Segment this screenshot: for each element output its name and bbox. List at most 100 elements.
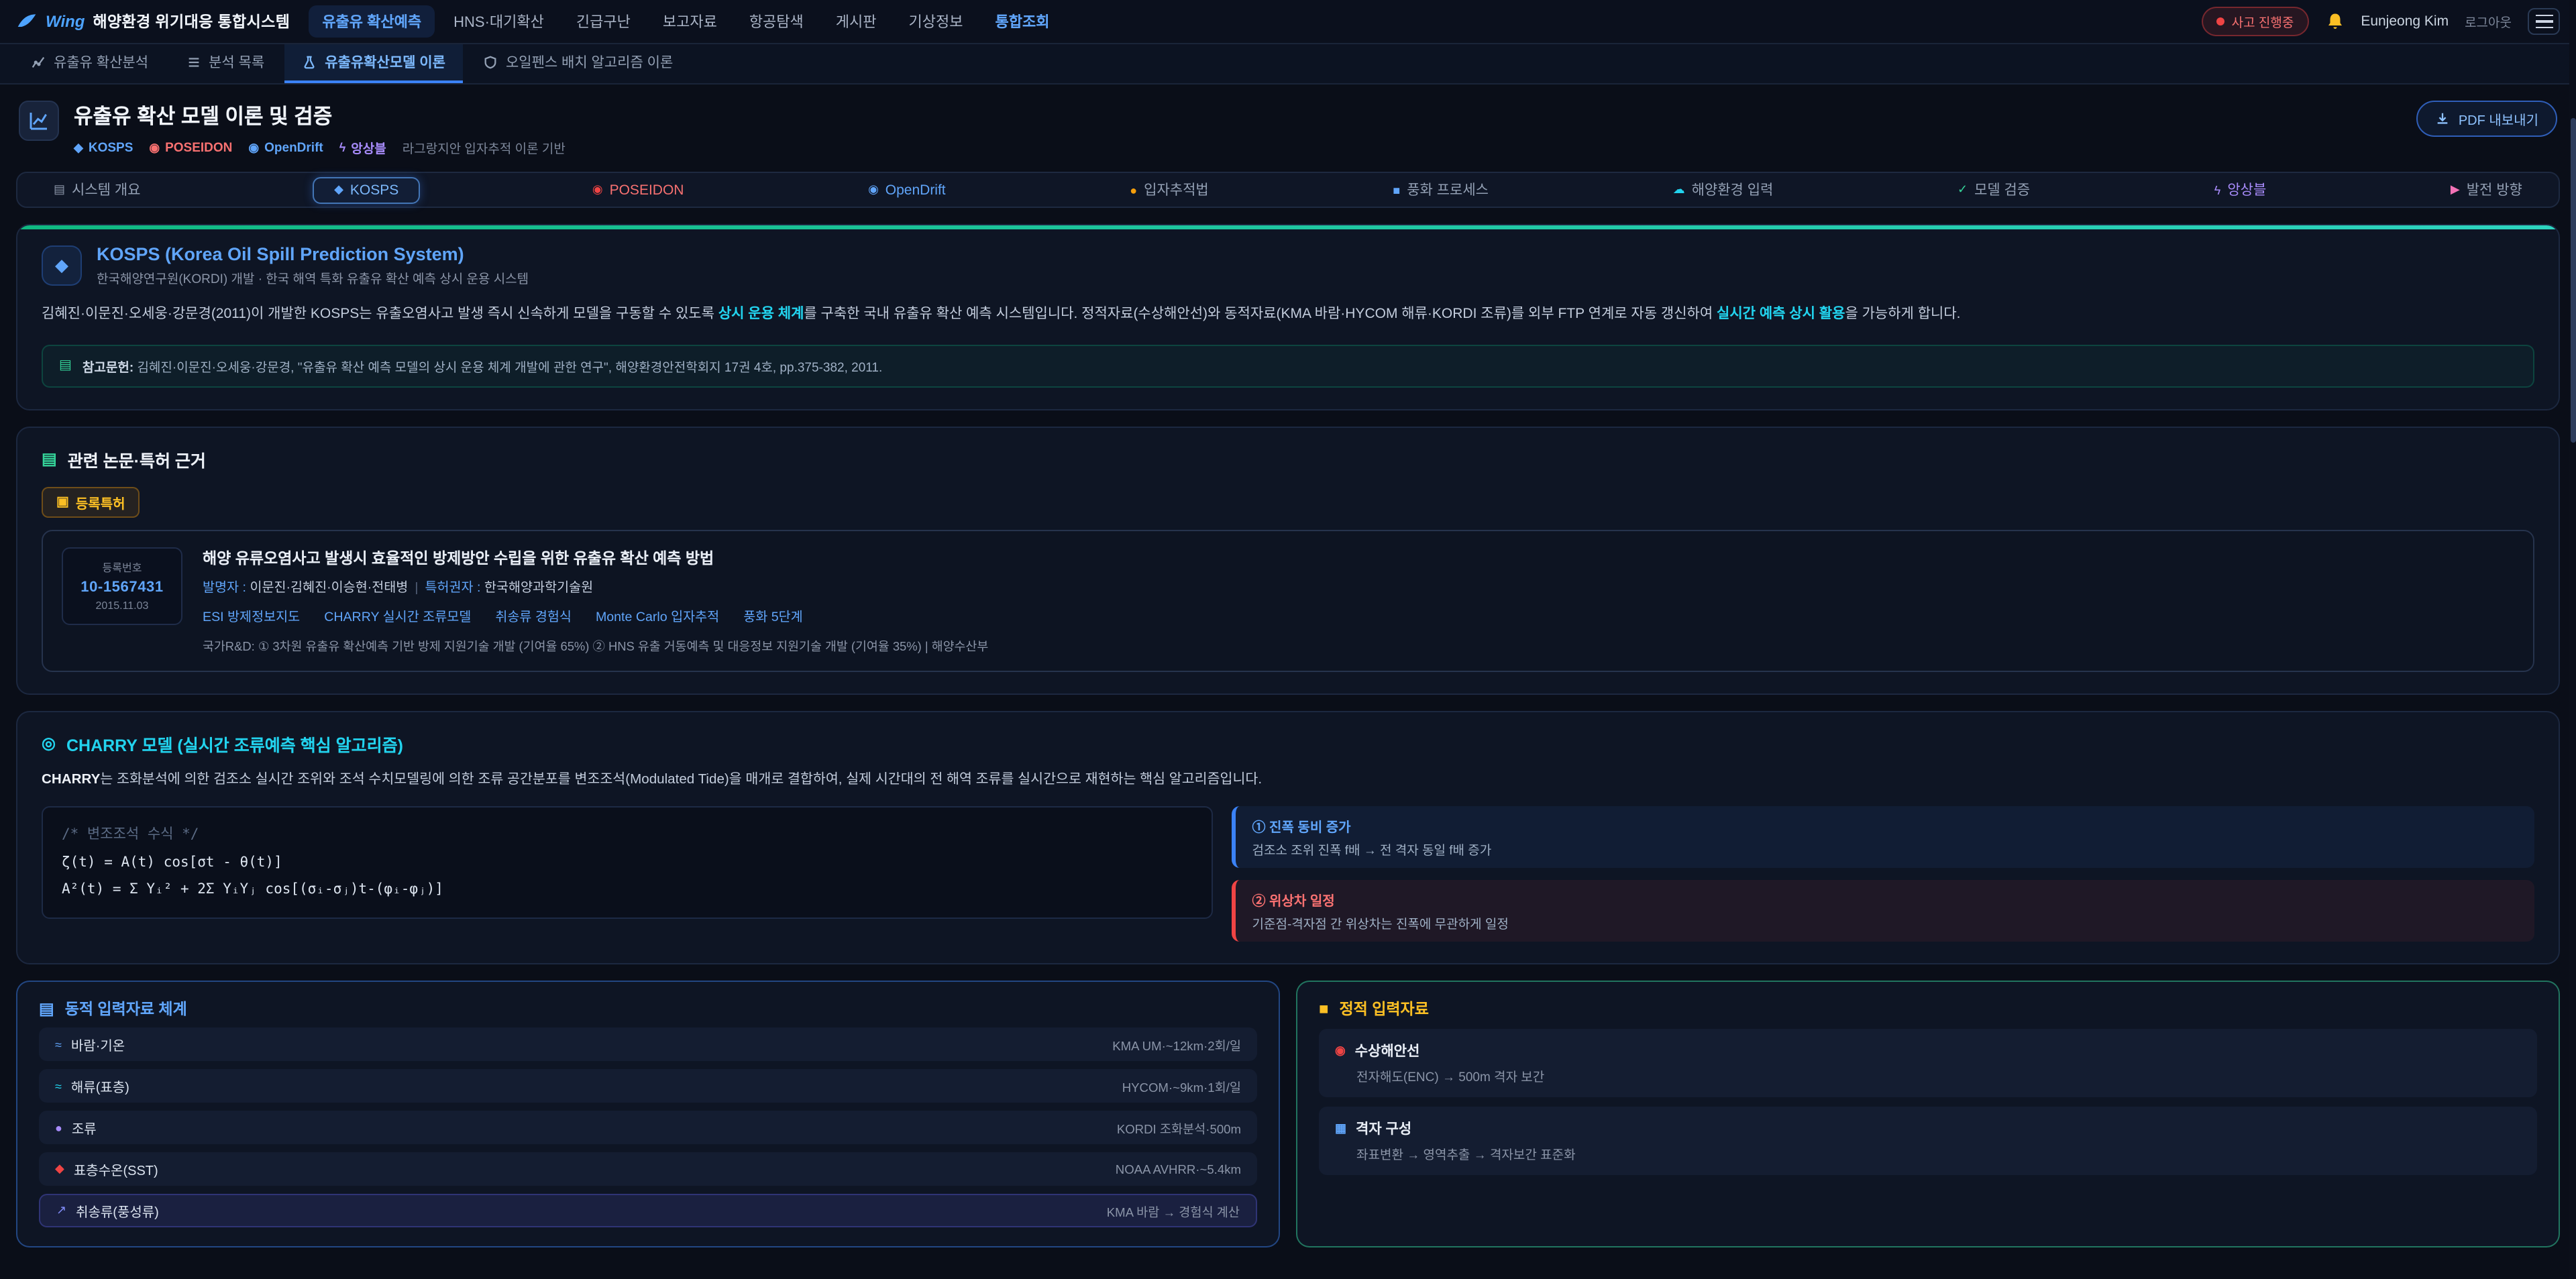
menu-item-rescue[interactable]: 긴급구난	[563, 5, 644, 38]
sectab-model-validation[interactable]: ✓모델 검증	[1945, 176, 2042, 204]
patent-tag[interactable]: CHARRY 실시간 조류모델	[324, 606, 471, 625]
grid-icon: ▦	[1335, 1122, 1346, 1137]
patent-tag[interactable]: ESI 방제정보지도	[203, 606, 300, 625]
patent-tags: ESI 방제정보지도 CHARRY 실시간 조류모델 취송류 경험식 Monte…	[203, 606, 988, 625]
logout-button[interactable]: 로그아웃	[2465, 12, 2512, 31]
tab-label: 오일펜스 배치 알고리즘 이론	[506, 52, 673, 72]
patent-tag[interactable]: 취송류 경험식	[495, 606, 572, 625]
patent-number-box: 등록번호 10-1567431 2015.11.03	[62, 547, 182, 625]
dynamic-input-title: 동적 입력자료 체계	[65, 999, 187, 1020]
patent-tag[interactable]: Monte Carlo 입자추적	[596, 606, 719, 625]
main-menu: 유출유 확산예측 HNS·대기확산 긴급구난 보고자료 항공탐색 게시판 기상정…	[309, 5, 1063, 38]
reg-number-label: 등록번호	[68, 561, 176, 575]
sectab-opendrift[interactable]: ◉OpenDrift	[856, 178, 958, 202]
menu-item-board[interactable]: 게시판	[822, 5, 890, 38]
formula-line: A²(t) = Σ Yᵢ² + 2Σ YᵢYⱼ cos[(σᵢ-σⱼ)t-(φᵢ…	[62, 877, 1193, 904]
patent-tag[interactable]: 풍화 5단계	[743, 606, 802, 625]
charry-section: ◎ CHARRY 모델 (실시간 조류예측 핵심 알고리즘) CHARRY는 조…	[16, 711, 2560, 965]
badge-poseidon: ◉POSEIDON	[149, 140, 232, 155]
registered-patent-badge: ▣ 등록특허	[42, 487, 140, 518]
pin-icon: ◉	[1335, 1044, 1346, 1059]
data-row-current: ≈해류(표층) HYCOM·~9km·1회/일	[39, 1070, 1257, 1103]
weathering-icon: ■	[1393, 183, 1400, 197]
list-icon	[186, 55, 201, 70]
dot-icon: ◉	[149, 140, 160, 155]
dynamic-input-section: ▤ 동적 입력자료 체계 ≈바람·기온 KMA UM·~12km·2회/일 ≈해…	[16, 981, 1280, 1248]
diamond-icon: ◆	[74, 140, 83, 155]
dynamic-input-header: ▤ 동적 입력자료 체계	[39, 999, 1257, 1020]
main-content: 유출유 확산 모델 이론 및 검증 ◆KOSPS ◉POSEIDON ◉Open…	[0, 85, 2576, 1279]
app-logo[interactable]: Wing 해양환경 위기대응 통합시스템	[16, 11, 290, 32]
clipboard-icon: ▣	[56, 495, 69, 510]
badge-kosps: ◆KOSPS	[74, 140, 133, 155]
patent-title: 해양 유류오염사고 발생시 효율적인 방제방안 수립을 위한 유출유 확산 예측…	[203, 547, 988, 569]
kosps-description: 김혜진·이문진·오세웅·강문경(2011)이 개발한 KOSPS는 유출오염사고…	[42, 302, 2534, 327]
sectab-ocean-env-input[interactable]: ☁해양환경 입력	[1661, 176, 1786, 204]
reg-date: 2015.11.03	[68, 600, 176, 612]
code-comment: /* 변조조석 수식 */	[62, 822, 1193, 849]
arrow-ne-icon: ↗	[56, 1204, 66, 1219]
menu-item-weather[interactable]: 기상정보	[896, 5, 977, 38]
trend-chart-icon	[28, 110, 50, 131]
kosps-title: KOSPS (Korea Oil Spill Prediction System…	[97, 244, 529, 264]
data-row-sst: ◆표층수온(SST) NOAA AVHRR·~5.4km	[39, 1153, 1257, 1186]
menu-item-reports[interactable]: 보고자료	[649, 5, 731, 38]
app-root: Wing 해양환경 위기대응 통합시스템 유출유 확산예측 HNS·대기확산 긴…	[0, 0, 2576, 1279]
static-item-coastline: ◉수상해안선 전자해도(ENC) → 500m 격자 보간	[1319, 1030, 2537, 1098]
tab-model-theory[interactable]: 유출유확산모델 이론	[284, 44, 463, 83]
charry-section-header: ◎ CHARRY 모델 (실시간 조류예측 핵심 알고리즘)	[42, 731, 2534, 757]
scrollbar[interactable]	[2569, 0, 2576, 1279]
scrollbar-thumb[interactable]	[2570, 118, 2575, 443]
dot-icon: ◉	[868, 182, 879, 197]
menu-item-hns[interactable]: HNS·대기확산	[440, 5, 557, 38]
menu-item-integrated-search[interactable]: 통합조회	[982, 5, 1063, 38]
patent-card: 등록번호 10-1567431 2015.11.03 해양 유류오염사고 발생시…	[42, 530, 2534, 672]
data-row-tide: ●조류 KORDI 조화분석·500m	[39, 1111, 1257, 1145]
pdf-export-button[interactable]: PDF 내보내기	[2417, 101, 2557, 137]
shield-icon	[483, 55, 498, 70]
sectab-ensemble[interactable]: ϟ앙상블	[2202, 176, 2279, 204]
patent-rnd-note: 국가R&D: ① 3차원 유출유 확산예측 기반 방제 지원기술 개발 (기여율…	[203, 636, 988, 655]
overview-icon: ▤	[54, 182, 65, 197]
tab-label: 유출유 확산분석	[54, 52, 148, 72]
sectab-particle-tracking[interactable]: ●입자추적법	[1118, 176, 1221, 204]
kosps-reference: ▤ 참고문헌: 김혜진·이문진·오세웅·강문경, "유출유 확산 예측 모델의 …	[42, 345, 2534, 388]
patent-meta: 발명자 : 이문진·김혜진·이승현·전태병|특허권자 : 한국해양과학기술원	[203, 577, 988, 596]
static-input-section: ■ 정적 입력자료 ◉수상해안선 전자해도(ENC) → 500m 격자 보간 …	[1296, 981, 2560, 1248]
tab-boom-algorithm-theory[interactable]: 오일펜스 배치 알고리즘 이론	[466, 44, 690, 83]
rocket-icon: ▶	[2451, 182, 2460, 197]
page-title-icon	[19, 101, 59, 141]
logo-text: Wing	[46, 12, 85, 31]
menu-item-aerial-search[interactable]: 항공탐색	[736, 5, 817, 38]
hamburger-menu-icon[interactable]	[2528, 8, 2560, 35]
static-item-grid: ▦격자 구성 좌표변환 → 영역추출 → 격자보간 표준화	[1319, 1107, 2537, 1176]
incident-label: 사고 진행중	[2232, 12, 2294, 31]
amplitude-note: ① 진폭 동비 증가 검조소 조위 진폭 f배 → 전 격자 동일 f배 증가	[1232, 807, 2535, 869]
tab-analysis-list[interactable]: 분석 목록	[168, 44, 282, 83]
menu-item-spill-prediction[interactable]: 유출유 확산예측	[309, 5, 435, 38]
diamond-icon: ◆	[334, 182, 343, 197]
badge-ensemble: ϟ앙상블	[339, 138, 386, 157]
sectab-poseidon[interactable]: ◉POSEIDON	[580, 178, 696, 202]
analysis-chart-icon	[31, 55, 46, 70]
tab-spill-analysis[interactable]: 유출유 확산분석	[13, 44, 166, 83]
model-badges: ◆KOSPS ◉POSEIDON ◉OpenDrift ϟ앙상블 라그랑지안 입…	[74, 138, 566, 157]
static-input-header: ■ 정적 입력자료	[1319, 999, 2537, 1020]
sectab-kosps[interactable]: ◆KOSPS	[313, 176, 420, 203]
reg-number: 10-1567431	[68, 579, 176, 596]
incident-status-badge[interactable]: 사고 진행중	[2202, 7, 2309, 36]
notification-bell-icon[interactable]	[2324, 11, 2345, 32]
download-icon	[2436, 111, 2451, 126]
patent-section-title: 관련 논문·특허 근거	[68, 447, 206, 472]
formula-line: ζ(t) = A(t) cos[σt - θ(t)]	[62, 849, 1193, 877]
user-name: Eunjeong Kim	[2361, 13, 2449, 30]
charry-description: CHARRY는 조화분석에 의한 검조소 실시간 조위와 조석 수치모델링에 의…	[42, 769, 2534, 792]
charry-notes: ① 진폭 동비 증가 검조소 조위 진폭 f배 → 전 격자 동일 f배 증가 …	[1232, 807, 2535, 942]
sectab-overview[interactable]: ▤시스템 개요	[42, 176, 152, 204]
lightning-icon: ϟ	[2214, 183, 2221, 197]
sectab-weathering[interactable]: ■풍화 프로세스	[1381, 176, 1501, 204]
sectab-roadmap[interactable]: ▶발전 방향	[2438, 176, 2534, 204]
top-navigation: Wing 해양환경 위기대응 통합시스템 유출유 확산예측 HNS·대기확산 긴…	[0, 0, 2576, 44]
badge-opendrift: ◉OpenDrift	[248, 140, 323, 155]
flask-icon	[302, 55, 317, 70]
